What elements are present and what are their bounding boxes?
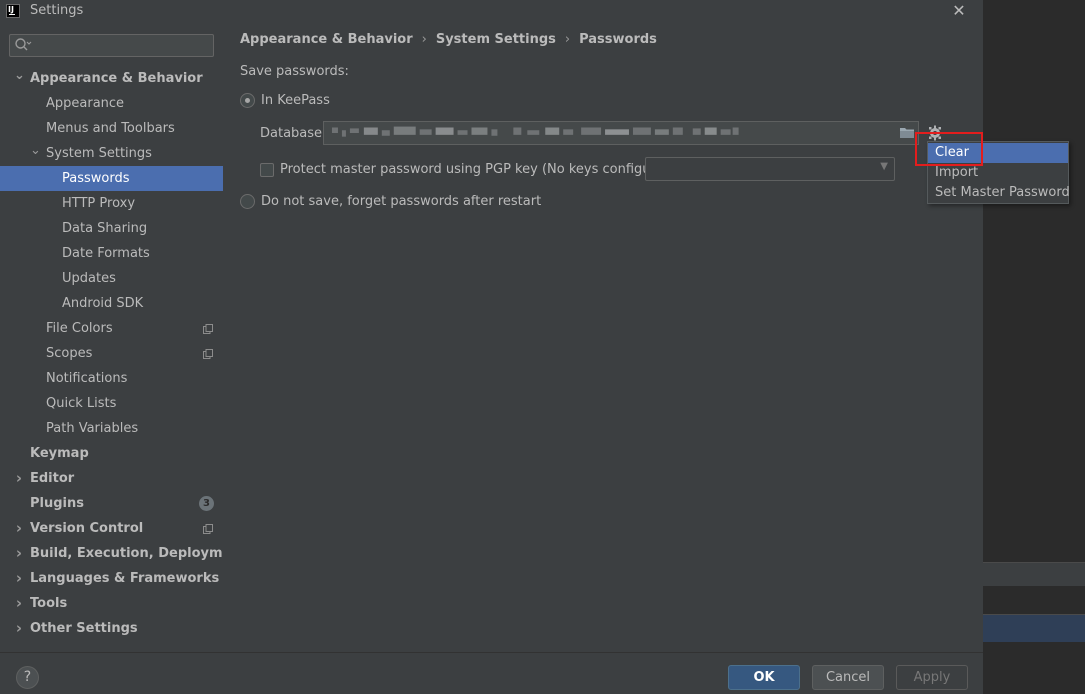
sidebar-item-label: System Settings xyxy=(46,146,152,161)
sidebar-item-label: HTTP Proxy xyxy=(62,196,136,211)
save-passwords-label: Save passwords: xyxy=(240,64,349,79)
in-keepass-radio[interactable] xyxy=(240,93,255,108)
protect-pgp-checkbox[interactable] xyxy=(260,163,274,177)
sidebar-item-languages-frameworks[interactable]: › Languages & Frameworks xyxy=(0,566,223,591)
help-button[interactable]: ? xyxy=(16,666,39,689)
sidebar-item-label: Date Formats xyxy=(62,246,150,261)
chevron-right-icon[interactable]: › xyxy=(14,566,24,591)
passwords-panel: Appearance & Behavior › System Settings › Pa… xyxy=(223,24,983,652)
chevron-down-icon: ▼ xyxy=(880,161,888,172)
sidebar-item-label: Languages & Frameworks xyxy=(30,571,220,586)
breadcrumb-item[interactable]: System Settings xyxy=(436,32,556,47)
sidebar-item-label: Plugins xyxy=(30,496,84,511)
sidebar-item-appearance[interactable]: Appearance xyxy=(0,91,223,116)
chevron-right-icon[interactable]: › xyxy=(14,516,24,541)
sidebar-item-label: Appearance xyxy=(46,96,125,111)
breadcrumb: Appearance & Behavior › System Settings › Pa… xyxy=(240,32,657,47)
sidebar-item-path-variables[interactable]: Path Variables xyxy=(0,416,223,441)
sidebar-item-plugins[interactable]: Plugins 3 xyxy=(0,491,223,516)
sidebar-item-editor[interactable]: › Editor xyxy=(0,466,223,491)
chevron-right-icon[interactable]: › xyxy=(14,591,24,616)
database-label: Database: xyxy=(260,126,327,141)
do-not-save-label[interactable]: Do not save, forget passwords after rest… xyxy=(261,194,541,209)
sidebar-item-date-formats[interactable]: Date Formats xyxy=(0,241,223,266)
sidebar-item-label: Build, Execution, Deployment xyxy=(30,546,247,561)
menu-item-set-master-password[interactable]: Set Master Password xyxy=(928,183,1070,203)
sidebar-item-label: Path Variables xyxy=(46,421,139,436)
chevron-down-icon[interactable]: ⌄ xyxy=(30,138,41,163)
sidebar-item-label: Passwords xyxy=(62,171,130,186)
chevron-right-icon: › xyxy=(564,32,571,47)
settings-dialog: IJ Settings ✕ ⌄ Appearance & Behavior Appe… xyxy=(0,0,983,694)
in-keepass-label[interactable]: In KeePass xyxy=(261,93,330,108)
close-button[interactable]: ✕ xyxy=(950,1,968,21)
protect-pgp-label[interactable]: Protect master password using PGP key (N… xyxy=(280,162,677,177)
copy-icon xyxy=(203,349,213,359)
chevron-right-icon: › xyxy=(421,32,427,47)
sidebar-item-system-settings[interactable]: ⌄ System Settings xyxy=(0,141,223,166)
sidebar-item-label: Data Sharing xyxy=(62,221,148,236)
sidebar-item-appearance-behavior[interactable]: ⌄ Appearance & Behavior xyxy=(0,66,223,91)
apply-button[interactable]: Apply xyxy=(896,665,968,690)
menu-item-import[interactable]: Import xyxy=(928,163,1068,183)
cancel-button[interactable]: Cancel xyxy=(812,665,884,690)
background-ide-strip xyxy=(983,562,1085,586)
sidebar-item-label: Updates xyxy=(62,271,116,286)
sidebar-item-scopes[interactable]: Scopes xyxy=(0,341,223,366)
dialog-button-bar: ? OK Cancel Apply xyxy=(0,652,983,694)
sidebar-item-label: Menus and Toolbars xyxy=(46,121,175,136)
breadcrumb-item: Passwords xyxy=(579,32,657,47)
chevron-right-icon[interactable]: › xyxy=(14,616,24,641)
breadcrumb-item[interactable]: Appearance & Behavior xyxy=(240,32,413,47)
sidebar-item-label: Quick Lists xyxy=(46,396,117,411)
sidebar-item-label: File Colors xyxy=(46,321,113,336)
update-count-badge: 3 xyxy=(199,496,214,511)
background-ide-selected-row xyxy=(983,614,1085,642)
sidebar-item-notifications[interactable]: Notifications xyxy=(0,366,223,391)
search-icon xyxy=(15,38,32,51)
sidebar-item-label: Tools xyxy=(30,596,68,611)
sidebar-item-other-settings[interactable]: › Other Settings xyxy=(0,616,223,641)
sidebar-item-keymap[interactable]: Keymap xyxy=(0,441,223,466)
ok-button[interactable]: OK xyxy=(728,665,800,690)
chevron-down-icon[interactable]: ⌄ xyxy=(14,63,25,88)
sidebar-item-label: Android SDK xyxy=(62,296,144,311)
sidebar-item-label: Scopes xyxy=(46,346,93,361)
pgp-key-select[interactable]: ▼ xyxy=(645,157,895,181)
obscured-path-value xyxy=(331,126,739,137)
sidebar-item-passwords[interactable]: Passwords xyxy=(0,166,223,191)
chevron-right-icon[interactable]: › xyxy=(14,541,24,566)
sidebar-item-label: Keymap xyxy=(30,446,89,461)
database-path-field[interactable] xyxy=(323,121,919,145)
title-bar: IJ Settings ✕ xyxy=(0,0,983,24)
sidebar-item-http-proxy[interactable]: HTTP Proxy xyxy=(0,191,223,216)
annotation-highlight-box xyxy=(915,132,983,166)
sidebar-item-tools[interactable]: › Tools xyxy=(0,591,223,616)
folder-icon[interactable] xyxy=(899,126,915,139)
sidebar-item-version-control[interactable]: › Version Control xyxy=(0,516,223,541)
sidebar-item-file-colors[interactable]: File Colors xyxy=(0,316,223,341)
sidebar-item-quick-lists[interactable]: Quick Lists xyxy=(0,391,223,416)
sidebar-item-label: Editor xyxy=(30,471,75,486)
chevron-right-icon[interactable]: › xyxy=(14,466,24,491)
window-title: Settings xyxy=(30,3,84,18)
sidebar-item-android-sdk[interactable]: Android SDK xyxy=(0,291,223,316)
do-not-save-radio[interactable] xyxy=(240,194,255,209)
settings-search-input[interactable] xyxy=(9,34,214,57)
sidebar-item-updates[interactable]: Updates xyxy=(0,266,223,291)
sidebar-item-label: Version Control xyxy=(30,521,144,536)
sidebar-item-build-execution-deployment[interactable]: › Build, Execution, Deployment xyxy=(0,541,247,566)
sidebar-item-label: Notifications xyxy=(46,371,128,386)
sidebar-item-data-sharing[interactable]: Data Sharing xyxy=(0,216,223,241)
copy-icon xyxy=(203,324,213,334)
sidebar-item-label: Appearance & Behavior xyxy=(30,71,203,86)
sidebar-item-label: Other Settings xyxy=(30,621,138,636)
settings-sidebar: ⌄ Appearance & Behavior Appearance Menus an… xyxy=(0,24,247,652)
copy-icon xyxy=(203,524,213,534)
intellij-logo-icon: IJ xyxy=(6,4,20,18)
